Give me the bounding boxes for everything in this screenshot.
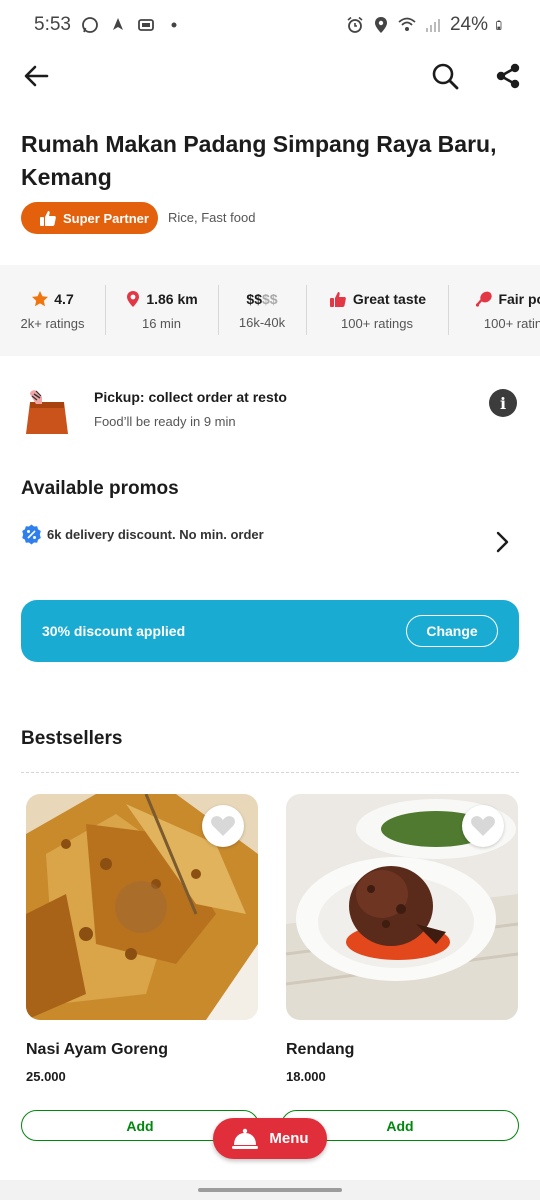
price-level-inactive: $$ <box>262 291 278 307</box>
wifi-icon <box>398 17 416 31</box>
portion-stat[interactable]: Fair por 100+ ratin <box>448 265 540 356</box>
status-time: 5:53 <box>34 14 71 35</box>
taste-label: Great taste <box>352 291 427 307</box>
menu-item-price: 18.000 <box>286 1069 326 1084</box>
star-icon <box>32 291 49 307</box>
discount-banner: 30% discount applied Change <box>21 600 519 662</box>
back-arrow-icon <box>24 65 49 87</box>
notification-app-icon <box>112 18 123 30</box>
rating-value: 4.7 <box>54 291 74 307</box>
promo-item[interactable]: 6k delivery discount. No min. order <box>0 514 540 564</box>
bestsellers-divider <box>21 772 519 773</box>
pickup-subtitle: Food’ll be ready in 9 min <box>94 414 236 429</box>
price-level-active: $$ <box>246 291 262 307</box>
info-button[interactable]: i <box>489 389 517 417</box>
home-indicator[interactable] <box>198 1188 342 1192</box>
food-image-rendang[interactable] <box>286 794 518 1020</box>
super-partner-label: Super Partner <box>63 210 149 226</box>
bestsellers-heading: Bestsellers <box>21 728 123 749</box>
stats-strip[interactable]: 4.7 2k+ ratings 1.86 km 16 min $$$$ 16k-… <box>0 265 540 356</box>
price-stat[interactable]: $$$$ 16k-40k <box>218 265 306 356</box>
cloche-icon <box>232 1128 259 1149</box>
menu-item-price: 25.000 <box>26 1069 66 1084</box>
menu-item-card[interactable]: Nasi Ayam Goreng 25.000 <box>26 794 258 1084</box>
card-icon <box>138 19 154 31</box>
search-button[interactable] <box>427 58 463 94</box>
super-partner-badge[interactable]: Super Partner <box>21 202 158 234</box>
drumstick-icon <box>476 291 493 307</box>
battery-icon <box>496 20 502 30</box>
signal-icon <box>425 19 440 32</box>
menu-button-label: Menu <box>269 1130 309 1147</box>
heart-icon <box>211 816 235 836</box>
portion-count: 100+ ratin <box>483 316 540 331</box>
chevron-right-icon <box>496 531 509 553</box>
back-button[interactable] <box>18 58 54 94</box>
food-image-nasi-ayam-goreng[interactable] <box>26 794 258 1020</box>
info-icon: i <box>499 393 507 413</box>
whatsapp-icon <box>82 17 98 33</box>
cuisine-tags: Rice, Fast food <box>168 210 256 225</box>
taste-stat[interactable]: Great taste 100+ ratings <box>306 265 448 356</box>
favorite-button[interactable] <box>462 805 504 847</box>
status-bar: 5:53 24% <box>0 0 540 50</box>
thumbs-up-icon <box>329 292 346 307</box>
pickup-title: Pickup: collect order at resto <box>94 389 287 405</box>
alarm-icon <box>347 16 363 33</box>
pickup-bag-icon <box>26 390 68 434</box>
heart-icon <box>471 816 495 836</box>
distance-stat[interactable]: 1.86 km 16 min <box>105 265 218 356</box>
location-pin-icon <box>127 291 140 307</box>
promos-heading: Available promos <box>21 478 179 499</box>
more-notifications-dot-icon <box>171 22 177 28</box>
portion-label: Fair por <box>498 291 540 307</box>
rating-stat[interactable]: 4.7 2k+ ratings <box>0 265 105 356</box>
discount-text: 30% discount applied <box>42 623 186 639</box>
price-range: 16k-40k <box>238 315 286 330</box>
favorite-button[interactable] <box>202 805 244 847</box>
menu-item-card[interactable]: Rendang 18.000 <box>286 794 518 1084</box>
menu-item-name: Nasi Ayam Goreng <box>26 1041 168 1058</box>
thumbs-up-icon <box>40 211 56 226</box>
share-button[interactable] <box>490 58 526 94</box>
taste-count: 100+ ratings <box>341 316 413 331</box>
battery-percent: 24% <box>449 14 488 35</box>
distance-value: 1.86 km <box>146 291 198 307</box>
delivery-time: 16 min <box>141 316 182 331</box>
share-icon <box>496 63 520 89</box>
menu-item-name: Rendang <box>286 1041 355 1058</box>
rating-count: 2k+ ratings <box>20 316 85 331</box>
discount-percent-icon <box>22 524 41 545</box>
promo-text: 6k delivery discount. No min. order <box>47 527 264 542</box>
pickup-info: Pickup: collect order at resto Food’ll b… <box>0 380 540 440</box>
top-nav <box>0 50 540 102</box>
search-icon <box>432 63 459 90</box>
gesture-nav-area <box>0 1180 540 1200</box>
menu-button[interactable]: Menu <box>213 1118 327 1159</box>
restaurant-title: Rumah Makan Padang Simpang Raya Baru, Ke… <box>21 131 497 190</box>
change-discount-button[interactable]: Change <box>406 615 498 647</box>
location-icon <box>374 17 387 33</box>
